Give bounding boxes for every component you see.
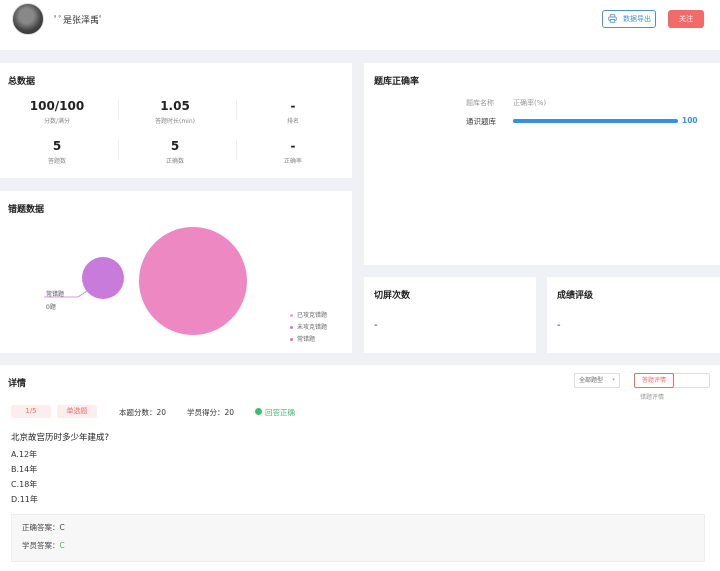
- question-score: 本题分数：20: [119, 408, 167, 417]
- correct-answer-row: 正确答案：C: [22, 522, 65, 533]
- export-data-button[interactable]: 数据导出: [602, 10, 656, 28]
- divider: [118, 140, 119, 160]
- legend-label: 已攻克错题: [297, 312, 328, 319]
- bank-name-header: 题库名称: [466, 99, 494, 107]
- profile-header: ﾟﾟ是张泽禹ﾟ 数据导出 关注: [0, 0, 720, 50]
- legend-label: 未攻克错题: [297, 324, 328, 331]
- bank-rate-value: 100: [682, 116, 698, 125]
- question-type-value: 全部题型: [579, 377, 604, 384]
- detail-title: 详情: [8, 379, 27, 389]
- bank-rate-header: 正确率(%): [513, 99, 547, 107]
- printer-icon: [608, 14, 617, 23]
- answer-status: 回答正确: [265, 408, 295, 417]
- chevron-down-icon: ▾: [612, 377, 615, 383]
- option-c: C.18年: [11, 480, 38, 489]
- stat-score-value: 100/100: [29, 99, 85, 113]
- student-answer-row: 学员答案：C: [22, 540, 65, 551]
- bubble-frequent[interactable]: [82, 257, 124, 299]
- student-answer-value: C: [59, 541, 65, 550]
- stat-answered-label: 答题数: [47, 158, 66, 165]
- callout-value: 0题: [46, 304, 56, 311]
- follow-button[interactable]: 关注: [668, 10, 704, 28]
- answer-box: [11, 514, 705, 562]
- divider: [236, 100, 237, 120]
- divider: [236, 140, 237, 160]
- legend-item[interactable]: 常错题: [290, 334, 315, 343]
- callout-name: 常错题: [46, 291, 65, 298]
- answer-review-tab[interactable]: 答题评情: [634, 373, 674, 388]
- correct-answer-value: C: [59, 523, 65, 532]
- check-circle-icon: [255, 408, 262, 415]
- legend-item[interactable]: 已攻克错题: [290, 310, 327, 319]
- grade-value: -: [557, 320, 561, 331]
- stat-score-label: 分数/满分: [43, 118, 71, 125]
- username: ﾟﾟ是张泽禹ﾟ: [54, 16, 104, 26]
- bank-accuracy-card: [364, 63, 720, 265]
- bubble-unresolved[interactable]: [139, 227, 247, 335]
- switch-screen-value: -: [374, 320, 378, 331]
- option-d: D.11年: [11, 495, 38, 504]
- student-answer-label: 学员答案：: [22, 541, 60, 550]
- stat-duration-value: 1.05: [160, 99, 190, 113]
- legend-dot: [290, 338, 293, 341]
- question-type-badge: 单选题: [57, 405, 97, 418]
- summary-title: 总数据: [8, 77, 36, 87]
- stat-accuracy-label: 正确率: [283, 158, 302, 165]
- option-a: A.12年: [11, 450, 38, 459]
- stat-rank-value: -: [290, 99, 296, 113]
- legend-item[interactable]: 未攻克错题: [290, 322, 327, 331]
- bank-accuracy-title: 题库正确率: [374, 77, 420, 87]
- question-type-select[interactable]: 全部题型 ▾: [574, 373, 620, 388]
- student-score: 学员得分：20: [187, 408, 235, 417]
- legend-label: 常错题: [297, 336, 316, 343]
- stat-correct-label: 正确数: [165, 158, 184, 165]
- legend-dot: [290, 314, 293, 317]
- stat-rank-label: 排名: [286, 118, 299, 125]
- question-stem: 北京故宫历时多少年建成?: [11, 433, 110, 443]
- correct-answer-label: 正确答案：: [22, 523, 60, 532]
- stat-answered-value: 5: [52, 139, 62, 153]
- option-b: B.14年: [11, 465, 38, 474]
- grade-title: 成绩评级: [557, 291, 594, 301]
- stat-accuracy-value: -: [290, 139, 296, 153]
- export-data-label: 数据导出: [623, 15, 651, 23]
- bank-row-name: 通识题库: [466, 117, 496, 126]
- question-index-badge: 1/5: [11, 405, 51, 418]
- bank-rate-bar: [513, 119, 678, 123]
- stat-correct-value: 5: [170, 139, 180, 153]
- stat-duration-label: 答题时长(min): [155, 118, 195, 125]
- avatar[interactable]: [12, 3, 44, 35]
- legend-dot: [290, 326, 293, 329]
- wrong-review-tab[interactable]: 错题评情: [640, 392, 664, 401]
- switch-screen-title: 切屏次数: [374, 291, 411, 301]
- divider: [118, 100, 119, 120]
